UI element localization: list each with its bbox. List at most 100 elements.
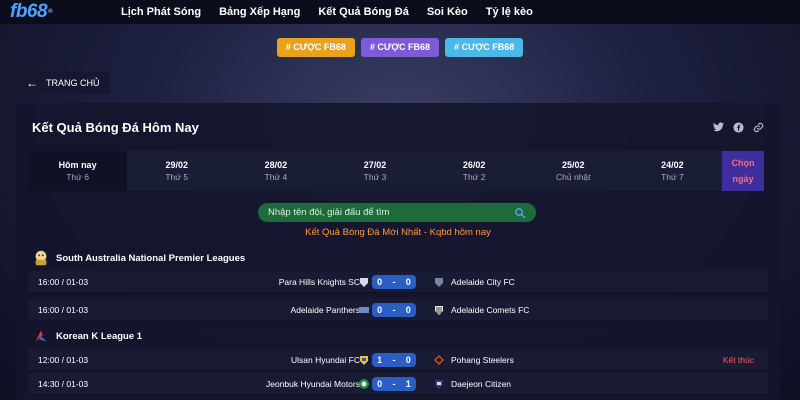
- twitter-icon[interactable]: [712, 121, 724, 133]
- sa-npl-logo-icon: [35, 250, 47, 266]
- tab-weekday: Chủ nhật: [556, 172, 591, 182]
- tab-date-28-02[interactable]: 28/02 Thứ 4: [226, 151, 325, 191]
- score-separator: -: [392, 305, 396, 315]
- results-panel: Kết Quả Bóng Đá Hôm Nay Hôm nay Thứ 6 29…: [16, 103, 780, 400]
- tab-weekday: Thứ 2: [462, 172, 486, 182]
- facebook-icon[interactable]: [732, 121, 744, 133]
- team-crest-icon: [359, 307, 369, 313]
- match-time: 14:30 / 01-03: [38, 379, 89, 389]
- score-separator: -: [392, 277, 396, 287]
- back-home-label: TRANG CHỦ: [46, 78, 100, 88]
- match-time: 16:00 / 01-03: [38, 277, 89, 287]
- match-row[interactable]: 14:30 / 01-03 Jeonbuk Hyundai Motors 0-1…: [28, 373, 768, 395]
- tab-date-24-02[interactable]: 24/02 Thứ 7: [623, 151, 722, 191]
- search-input[interactable]: Nhập tên đội, giải đấu để tìm: [258, 203, 536, 222]
- tab-date: 29/02: [165, 160, 188, 170]
- share-icons: [712, 121, 764, 133]
- match-time: 16:00 / 01-03: [38, 305, 89, 315]
- promo-tag-3[interactable]: # CƯỢC FB68: [445, 38, 524, 57]
- away-team: Pohang Steelers: [451, 355, 514, 365]
- score-separator: -: [392, 379, 396, 389]
- tab-weekday: Thứ 7: [661, 172, 684, 182]
- match-row[interactable]: 16:00 / 01-03 Adelaide Panthers 0-0 Adel…: [28, 299, 768, 321]
- tab-weekday: Thứ 3: [363, 172, 387, 182]
- promo-tag-2[interactable]: # CƯỢC FB68: [360, 38, 440, 57]
- tab-date-29-02[interactable]: 29/02 Thứ 5: [127, 151, 226, 191]
- pick-date-label-1: Chọn: [731, 158, 755, 168]
- tab-weekday: Thứ 6: [66, 172, 89, 182]
- top-navbar: fb68 ® Lịch Phát Sóng Bảng Xếp Hạng Kết Q…: [0, 0, 800, 24]
- team-crest-icon: [435, 306, 443, 315]
- away-team: Adelaide City FC: [451, 277, 515, 287]
- team-crest-icon: [360, 278, 368, 287]
- team-crest-icon: [359, 379, 369, 389]
- match-time: 12:00 / 01-03: [38, 355, 89, 365]
- panel-header: Kết Quả Bóng Đá Hôm Nay: [16, 103, 780, 151]
- away-goals: 1: [405, 379, 411, 389]
- tab-today[interactable]: Hôm nay Thứ 6: [28, 151, 128, 191]
- score-badge: 0-0: [372, 303, 416, 317]
- back-home-button[interactable]: ← TRANG CHỦ: [16, 72, 110, 94]
- league-header[interactable]: South Australia National Premier Leagues: [16, 246, 780, 270]
- tab-date-26-02[interactable]: 26/02 Thứ 2: [425, 151, 524, 191]
- nav-results[interactable]: Kết Quả Bóng Đá: [309, 0, 417, 24]
- date-tabs: Hôm nay Thứ 6 29/02 Thứ 5 28/02 Thứ 4 27…: [28, 151, 764, 191]
- tab-date-27-02[interactable]: 27/02 Thứ 3: [325, 151, 424, 191]
- away-team: Adelaide Comets FC: [451, 305, 530, 315]
- tab-date: 24/02: [661, 160, 684, 170]
- pick-date-label-2: ngày: [732, 174, 754, 184]
- tab-weekday: Thứ 5: [165, 172, 189, 182]
- nav-standings[interactable]: Bảng Xếp Hạng: [210, 0, 309, 24]
- promo-tag-1[interactable]: # CƯỢC FB68: [276, 38, 355, 57]
- page-title: Kết Quả Bóng Đá Hôm Nay: [32, 119, 199, 135]
- score-badge: 0-1: [372, 377, 416, 391]
- nav-odds[interactable]: Tỷ lệ kèo: [477, 0, 542, 24]
- tab-date-25-02[interactable]: 25/02 Chủ nhật: [524, 151, 623, 191]
- tab-date: Hôm nay: [58, 160, 97, 170]
- tab-date: 27/02: [363, 160, 387, 170]
- pick-date-button[interactable]: Chọn ngày: [721, 151, 764, 191]
- home-goals: 0: [377, 305, 383, 315]
- promo-tags: # CƯỢC FB68 # CƯỢC FB68 # CƯỢC FB68: [0, 38, 800, 57]
- match-row[interactable]: 12:00 / 01-03 Ulsan Hyundai FC 1-0 Pohan…: [28, 349, 768, 371]
- search-icon: [515, 207, 526, 218]
- league-name: South Australia National Premier Leagues: [56, 252, 246, 264]
- team-crest-icon: [360, 356, 368, 365]
- home-goals: 0: [377, 277, 383, 287]
- nav-tips[interactable]: Soi Kèo: [418, 0, 477, 24]
- away-goals: 0: [405, 355, 411, 365]
- score-badge: 1-0: [372, 353, 416, 367]
- league-header[interactable]: Korean K League 1: [16, 324, 780, 348]
- search-placeholder: Nhập tên đội, giải đấu để tìm: [268, 207, 390, 218]
- away-goals: 0: [405, 277, 411, 287]
- home-team: Ulsan Hyundai FC: [291, 355, 360, 365]
- home-team: Jeonbuk Hyundai Motors: [265, 379, 360, 389]
- away-goals: 0: [405, 305, 411, 315]
- arrow-left-icon: ←: [26, 76, 38, 90]
- match-row[interactable]: 16:00 / 01-03 Para Hills Knights SC 0-0 …: [28, 271, 768, 293]
- score-separator: -: [392, 355, 396, 365]
- latest-results-heading: Kết Quả Bóng Đá Mới Nhất - Kqbd hôm nay: [305, 227, 491, 238]
- tab-date: 26/02: [462, 160, 486, 170]
- home-goals: 1: [377, 355, 383, 365]
- away-team: Daejeon Citizen: [451, 379, 512, 389]
- team-crest-icon: [434, 355, 444, 365]
- home-team: Adelaide Panthers: [290, 305, 360, 315]
- nav-schedule[interactable]: Lịch Phát Sóng: [112, 0, 210, 24]
- home-team: Para Hills Knights SC: [278, 277, 360, 287]
- home-goals: 0: [377, 379, 383, 389]
- k-league-logo-icon: [35, 330, 47, 342]
- match-status: Kết thúc: [722, 355, 754, 365]
- team-crest-icon: [435, 380, 443, 389]
- link-icon[interactable]: [752, 121, 764, 133]
- league-name: Korean K League 1: [56, 330, 143, 342]
- fb68-logo[interactable]: fb68 ®: [10, 1, 90, 22]
- tab-weekday: Thứ 4: [264, 172, 288, 182]
- tab-date: 28/02: [264, 160, 288, 170]
- main-nav: Lịch Phát Sóng Bảng Xếp Hạng Kết Quả Bón…: [112, 0, 542, 24]
- tab-date: 25/02: [562, 160, 585, 170]
- team-crest-icon: [435, 278, 443, 287]
- score-badge: 0-0: [372, 275, 416, 289]
- logo-registered-mark: ®: [48, 9, 52, 15]
- logo-text: fb68: [10, 1, 48, 22]
